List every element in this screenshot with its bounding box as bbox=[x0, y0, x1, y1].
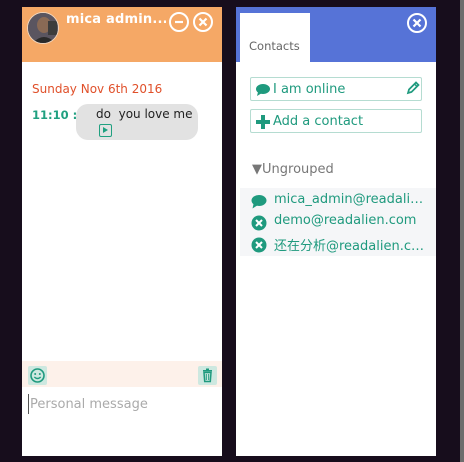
tab-contacts[interactable]: Contacts bbox=[240, 13, 310, 62]
clear-messages-button[interactable] bbox=[198, 366, 217, 385]
contact-item[interactable]: mica_admin@readalien.com bbox=[240, 189, 436, 211]
message-time: 11:10 : bbox=[32, 108, 78, 122]
contacts-header: Contacts bbox=[236, 7, 436, 62]
play-icon[interactable] bbox=[99, 124, 112, 137]
message-text: do you love me bbox=[96, 107, 193, 121]
status-label: I am online bbox=[273, 82, 346, 97]
offline-x-icon bbox=[251, 215, 267, 231]
chat-bubble-icon bbox=[251, 195, 267, 209]
message-bubble: do you love me bbox=[76, 104, 198, 140]
contact-item[interactable]: 还在分析@readalien.com bbox=[240, 232, 436, 254]
contact-name: demo@readalien.com bbox=[274, 213, 417, 228]
group-header-ungrouped[interactable]: ▼Ungrouped bbox=[252, 162, 334, 177]
message-input[interactable] bbox=[28, 394, 218, 414]
close-icon bbox=[412, 18, 422, 28]
contact-name: mica_admin@readalien.com bbox=[274, 192, 424, 207]
avatar[interactable] bbox=[27, 12, 59, 44]
chat-title: mica admin... bbox=[66, 12, 166, 27]
tab-label: Contacts bbox=[249, 39, 300, 53]
smiley-icon bbox=[30, 368, 45, 383]
status-button[interactable]: I am online bbox=[250, 77, 422, 101]
window-edge bbox=[460, 0, 464, 462]
chat-toolbar bbox=[22, 361, 222, 387]
contact-item[interactable]: demo@readalien.com bbox=[240, 210, 436, 232]
chat-window: mica admin... Sunday Nov 6th 2016 11:10 … bbox=[22, 7, 222, 456]
trash-icon bbox=[203, 368, 212, 383]
emoji-button[interactable] bbox=[28, 366, 47, 385]
add-contact-button[interactable]: Add a contact bbox=[250, 109, 422, 133]
add-contact-label: Add a contact bbox=[273, 114, 364, 129]
minimize-button[interactable] bbox=[169, 12, 189, 32]
date-separator: Sunday Nov 6th 2016 bbox=[32, 82, 163, 96]
pencil-icon[interactable] bbox=[406, 81, 420, 95]
close-chat-button[interactable] bbox=[193, 12, 213, 32]
contact-name: 还在分析@readalien.com bbox=[274, 239, 424, 254]
offline-x-icon bbox=[251, 237, 267, 253]
contact-list: mica_admin@readalien.com demo@readalien.… bbox=[240, 188, 436, 256]
close-contacts-button[interactable] bbox=[407, 13, 427, 33]
chat-header[interactable]: mica admin... bbox=[22, 7, 222, 62]
contacts-window: Contacts I am online Add a contact ▼Ungr… bbox=[236, 7, 436, 456]
minus-circle-icon bbox=[175, 20, 183, 24]
chat-bubble-icon bbox=[256, 84, 270, 96]
close-icon bbox=[198, 17, 208, 27]
plus-icon bbox=[256, 115, 270, 129]
